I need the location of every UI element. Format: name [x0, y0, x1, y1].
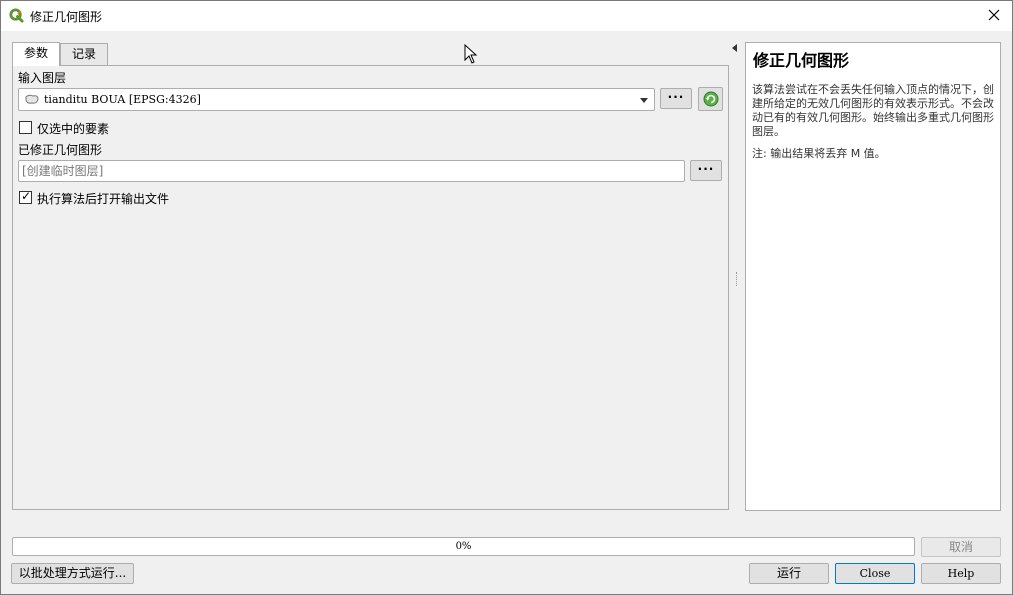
- input-layer-combobox[interactable]: tianditu BOUA [EPSG:4326]: [18, 88, 655, 111]
- splitter-handle[interactable]: [736, 272, 738, 286]
- close-button[interactable]: Close: [835, 563, 915, 584]
- tab-log[interactable]: 记录: [60, 43, 108, 65]
- polygon-layer-icon: [25, 94, 39, 104]
- batch-process-button[interactable]: 以批处理方式运行...: [11, 563, 134, 584]
- input-layer-value: tianditu BOUA [EPSG:4326]: [44, 93, 201, 106]
- help-button[interactable]: Help: [921, 563, 1001, 584]
- output-label: 已修正几何图形: [18, 143, 103, 157]
- help-panel: 修正几何图形 该算法尝试在不会丢失任何输入顶点的情况下，创建所给定的无效几何图形…: [745, 42, 1001, 511]
- iterate-button[interactable]: [698, 87, 723, 111]
- output-input[interactable]: [19, 161, 684, 181]
- output-field[interactable]: [18, 160, 685, 182]
- help-description: 该算法尝试在不会丢失任何输入顶点的情况下，创建所给定的无效几何图形的有效表示形式…: [752, 83, 994, 138]
- open-output-label: 执行算法后打开输出文件: [37, 192, 170, 206]
- title-bar: 修正几何图形: [0, 0, 1013, 31]
- help-note: 注: 输出结果将丢弃 M 值。: [752, 147, 886, 160]
- dropdown-arrow-icon[interactable]: [640, 98, 648, 103]
- run-button[interactable]: 运行: [749, 563, 829, 584]
- parameters-panel: [12, 65, 729, 510]
- tab-parameters[interactable]: 参数: [12, 42, 60, 66]
- selected-only-label: 仅选中的要素: [37, 122, 110, 136]
- help-title: 修正几何图形: [753, 51, 850, 70]
- selected-only-checkbox[interactable]: [19, 121, 32, 134]
- input-layer-browse-button[interactable]: ···: [660, 88, 692, 109]
- window-title: 修正几何图形: [30, 10, 103, 24]
- cancel-button[interactable]: 取消: [921, 537, 1001, 557]
- progress-bar: 0%: [12, 537, 915, 556]
- collapse-arrow-icon[interactable]: [732, 44, 737, 52]
- close-icon[interactable]: [981, 3, 1007, 27]
- qgis-logo-icon: [9, 8, 24, 23]
- output-browse-button[interactable]: ···: [690, 160, 722, 181]
- input-layer-label: 输入图层: [18, 71, 67, 85]
- progress-text: 0%: [455, 541, 472, 552]
- refresh-icon: [703, 91, 719, 107]
- mouse-cursor-icon: [464, 44, 478, 64]
- open-output-checkbox[interactable]: [19, 189, 32, 204]
